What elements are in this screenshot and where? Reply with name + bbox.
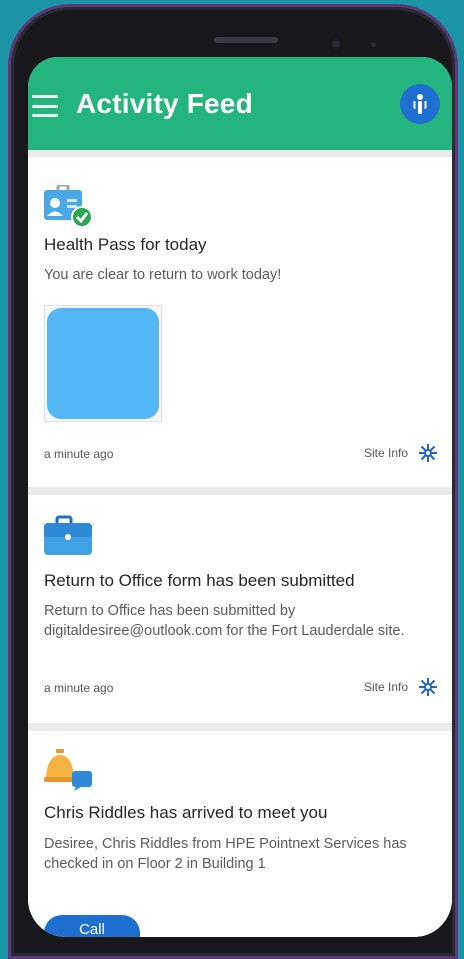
speaker-grille bbox=[214, 37, 278, 43]
gear-icon[interactable] bbox=[418, 443, 438, 463]
briefcase-icon bbox=[44, 515, 92, 557]
site-info-link[interactable]: Site Info bbox=[364, 446, 408, 460]
reception-bell-icon bbox=[44, 749, 92, 791]
health-pass-badge-icon bbox=[44, 183, 93, 228]
call-button[interactable]: Call bbox=[44, 915, 140, 937]
health-pass-image bbox=[47, 308, 159, 419]
app-screen: Activity Feed Health Pass for today You … bbox=[28, 57, 452, 937]
timestamp: a minute ago bbox=[44, 447, 114, 461]
gear-icon[interactable] bbox=[418, 677, 438, 697]
card-title: Health Pass for today bbox=[44, 235, 207, 254]
card-title: Chris Riddles has arrived to meet you bbox=[44, 803, 328, 822]
card-body: You are clear to return to work today! bbox=[44, 267, 282, 283]
person-avatar-icon[interactable] bbox=[400, 84, 440, 124]
health-pass-qr-image[interactable] bbox=[44, 305, 162, 422]
site-info-link[interactable]: Site Info bbox=[364, 680, 408, 694]
visitor-arrived-card[interactable]: Chris Riddles has arrived to meet you De… bbox=[28, 731, 452, 937]
return-to-office-card[interactable]: Return to Office form has been submitted… bbox=[28, 495, 452, 723]
front-camera bbox=[331, 39, 341, 49]
timestamp: a minute ago bbox=[44, 681, 114, 695]
health-pass-card[interactable]: Health Pass for today You are clear to r… bbox=[28, 157, 452, 487]
page-title: Activity Feed bbox=[76, 88, 253, 119]
card-title: Return to Office form has been submitted bbox=[44, 571, 355, 590]
card-body: Return to Office has been submitted by d… bbox=[44, 603, 405, 639]
app-bar: Activity Feed bbox=[28, 57, 452, 150]
activity-feed: Health Pass for today You are clear to r… bbox=[28, 157, 452, 937]
hamburger-menu-icon[interactable] bbox=[32, 95, 58, 117]
card-body: Desiree, Chris Riddles from HPE Pointnex… bbox=[44, 836, 407, 872]
proximity-sensor bbox=[371, 42, 376, 47]
